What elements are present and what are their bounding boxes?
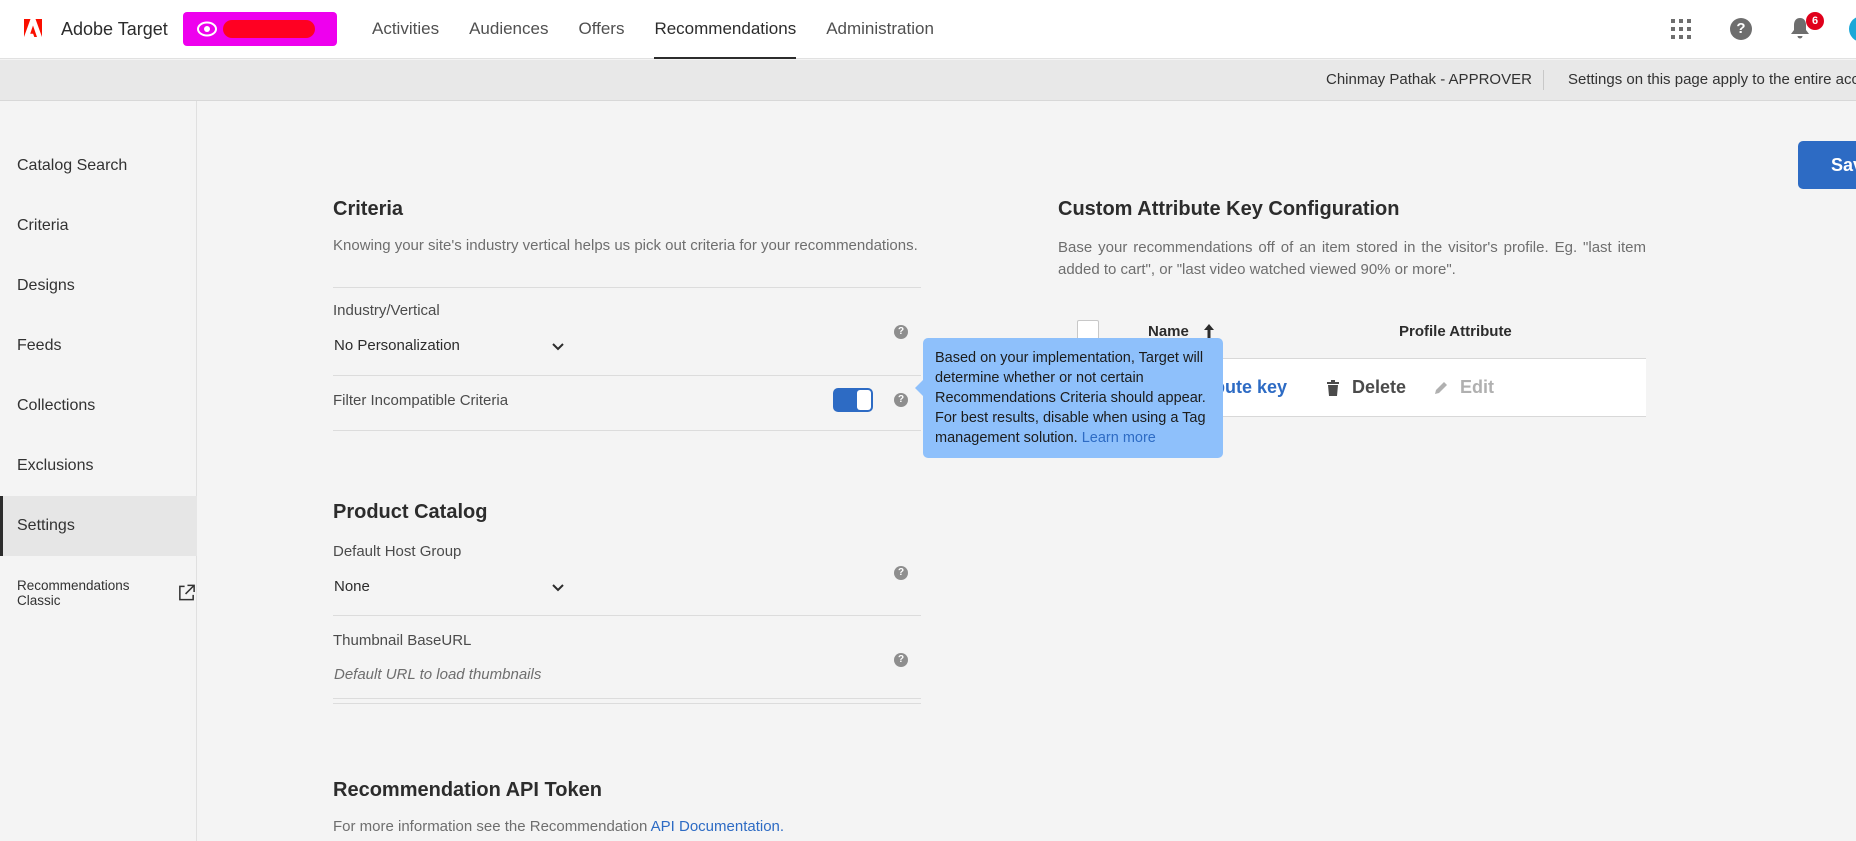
help-hint-icon[interactable]: ? (894, 325, 908, 339)
trash-icon (1327, 379, 1339, 396)
nav-activities[interactable]: Activities (372, 0, 439, 59)
industry-vertical-select[interactable]: No Personalization (334, 337, 566, 359)
learn-more-link[interactable]: Learn more (1082, 430, 1156, 446)
custom-attribute-section-title: Custom Attribute Key Configuration (1058, 198, 1400, 220)
nav-administration[interactable]: Administration (826, 0, 934, 59)
pencil-icon (1435, 381, 1447, 394)
api-documentation-link[interactable]: API Documentation. (651, 818, 784, 835)
tooltip-text: Based on your implementation, Target wil… (935, 350, 1206, 446)
sidebar-item-collections[interactable]: Collections (0, 376, 197, 436)
default-host-group-select[interactable]: None (334, 578, 566, 600)
product-catalog-section-title: Product Catalog (333, 501, 488, 523)
sidebar-item-recommendations-classic[interactable]: Recommendations Classic (17, 578, 196, 608)
industry-vertical-label: Industry/Vertical (333, 302, 440, 319)
api-token-description: For more information see the Recommendat… (333, 818, 784, 835)
user-avatar[interactable] (1849, 16, 1856, 42)
info-bar: Chinmay Pathak - APPROVER Settings on th… (0, 60, 1856, 101)
help-hint-icon[interactable]: ? (894, 653, 908, 667)
settings-content: Criteria Knowing your site's industry ve… (198, 101, 1856, 841)
divider (1543, 70, 1544, 90)
adobe-logo-icon[interactable] (24, 19, 42, 37)
recommendations-classic-label: Recommendations Classic (17, 578, 130, 608)
app-switcher-grid-icon[interactable] (1670, 18, 1692, 40)
top-navigation-bar: Adobe Target Activities Audiences Offers… (0, 0, 1856, 59)
eye-icon (197, 21, 217, 37)
criteria-section-title: Criteria (333, 198, 404, 220)
filter-incompatible-criteria-label: Filter Incompatible Criteria (333, 392, 509, 409)
user-role-label: Chinmay Pathak - APPROVER (1326, 71, 1532, 88)
help-hint-icon[interactable]: ? (894, 566, 908, 580)
api-token-section-title: Recommendation API Token (333, 779, 602, 801)
settings-scope-note: Settings on this page apply to the entir… (1568, 71, 1856, 88)
sidebar-item-catalog-search[interactable]: Catalog Search (0, 136, 197, 196)
tooltip-arrow (915, 380, 923, 396)
redacted-workspace-name (223, 20, 315, 38)
edit-button[interactable]: Edit (1434, 377, 1494, 398)
app-title[interactable]: Adobe Target (61, 19, 168, 40)
sidebar-item-exclusions[interactable]: Exclusions (0, 436, 197, 496)
notification-count-badge: 6 (1806, 12, 1824, 30)
help-icon[interactable]: ? (1730, 18, 1752, 40)
industry-vertical-value: No Personalization (334, 337, 460, 354)
divider (333, 430, 921, 431)
nav-recommendations[interactable]: Recommendations (654, 0, 797, 59)
nav-audiences[interactable]: Audiences (469, 0, 548, 59)
default-host-group-value: None (334, 578, 370, 595)
sidebar-item-settings[interactable]: Settings (0, 496, 197, 556)
toggle-knob (857, 390, 871, 410)
thumbnail-baseurl-placeholder: Default URL to load thumbnails (334, 666, 542, 683)
custom-attribute-description: Base your recommendations off of an item… (1058, 239, 1646, 278)
delete-button[interactable]: Delete (1326, 377, 1406, 398)
divider (333, 698, 921, 699)
thumbnail-baseurl-input[interactable]: Default URL to load thumbnails (334, 666, 894, 688)
save-button[interactable]: Save (1798, 141, 1856, 189)
filter-incompatible-criteria-toggle[interactable] (833, 388, 873, 412)
filter-criteria-tooltip: Based on your implementation, Target wil… (915, 338, 1223, 458)
delete-label: Delete (1352, 377, 1407, 397)
nav-offers[interactable]: Offers (578, 0, 624, 59)
sidebar-item-designs[interactable]: Designs (0, 256, 197, 316)
help-hint-icon[interactable]: ? (894, 393, 908, 407)
sidebar: Catalog Search Criteria Designs Feeds Co… (0, 101, 197, 841)
external-link-icon (179, 584, 195, 601)
sidebar-item-feeds[interactable]: Feeds (0, 316, 197, 376)
chevron-down-icon[interactable] (552, 584, 564, 592)
sidebar-item-criteria[interactable]: Criteria (0, 196, 197, 256)
divider (333, 615, 921, 616)
edit-label: Edit (1460, 377, 1494, 397)
chevron-down-icon[interactable] (552, 343, 564, 351)
column-header-profile-attribute[interactable]: Profile Attribute (1399, 323, 1512, 340)
divider (333, 703, 921, 704)
thumbnail-baseurl-label: Thumbnail BaseURL (333, 632, 472, 649)
divider (333, 287, 921, 288)
main-nav: Activities Audiences Offers Recommendati… (372, 0, 964, 59)
workspace-selector[interactable] (183, 12, 337, 46)
api-token-description-text: For more information see the Recommendat… (333, 818, 651, 835)
default-host-group-label: Default Host Group (333, 543, 462, 560)
criteria-description: Knowing your site's industry vertical he… (333, 237, 918, 254)
divider (333, 375, 921, 376)
